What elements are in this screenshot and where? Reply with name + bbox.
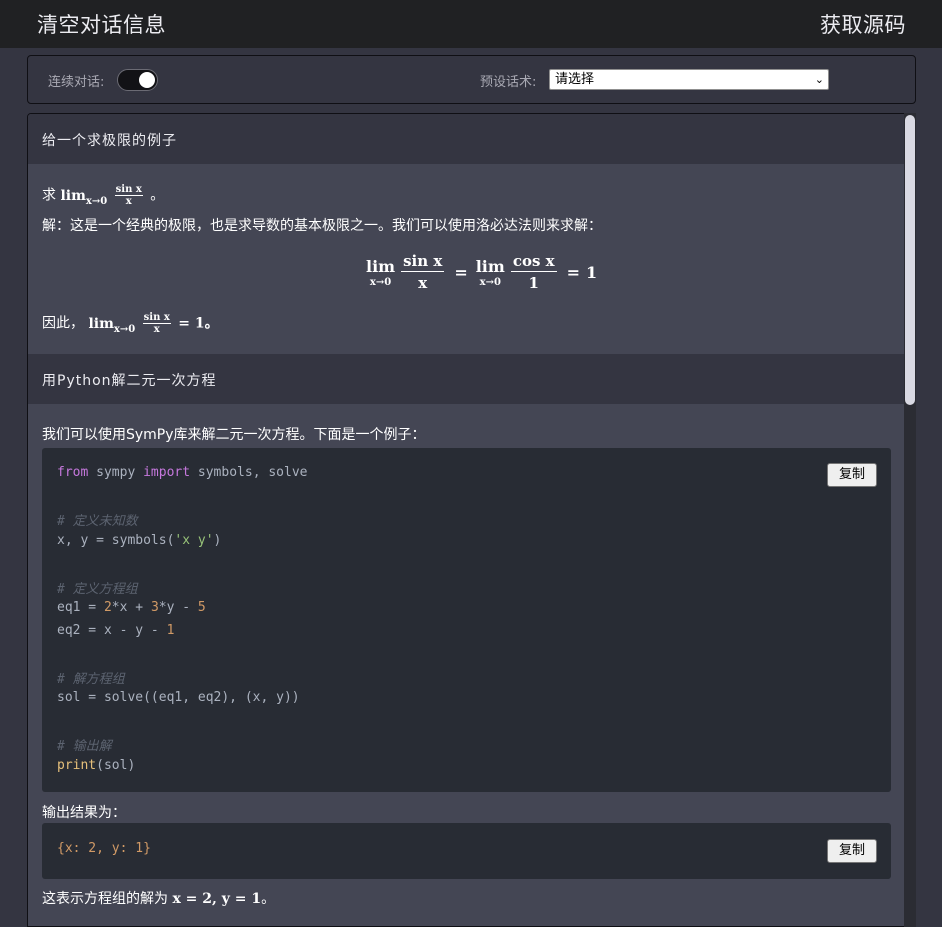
continuous-chat-label: 连续对话: <box>48 75 105 90</box>
chat-scrollbar[interactable] <box>904 113 916 927</box>
code-line: print(sol) <box>57 758 136 773</box>
copy-button[interactable]: 复制 <box>827 463 877 487</box>
output-code-block: 复制 {x: 2, y: 1} <box>42 823 891 879</box>
user-message: 给一个求极限的例子 <box>28 114 905 164</box>
answer-text: 求 <box>42 187 56 204</box>
code-line: from sympy import symbols, solve <box>57 465 308 480</box>
answer-line-3: 因此， limx→0 sin xx = 1。 <box>42 312 219 335</box>
code-line: sol = solve((eq1, eq2), (x, y)) <box>57 690 300 705</box>
fraction: sin xx <box>114 184 143 207</box>
code-line: # 定义未知数 <box>57 514 138 529</box>
output-label: 输出结果为： <box>42 805 126 821</box>
answer-intro: 我们可以使用SymPy库来解二元一次方程。下面是一个例子： <box>42 427 426 443</box>
code-line: eq2 = x - y - 1 <box>57 623 175 638</box>
preset-prompt-select[interactable]: 请选择 ⌄ <box>549 69 829 90</box>
copy-button[interactable]: 复制 <box>827 839 877 863</box>
user-message-text: 给一个求极限的例子 <box>42 133 177 149</box>
chat-panel: 给一个求极限的例子 求 limx→0 sin xx 。 解：这是一个经典的极限，… <box>27 113 916 927</box>
get-source-button[interactable]: 获取源码 <box>820 9 906 39</box>
limit-expression: limx→0 <box>60 187 108 207</box>
top-bar: 清空对话信息 获取源码 <box>0 0 942 48</box>
answer-line-2: 解：这是一个经典的极限，也是求导数的基本极限之一。我们可以使用洛必达法则来求解： <box>42 218 602 234</box>
continuous-chat-toggle[interactable] <box>117 69 158 91</box>
output-code-text: {x: 2, y: 1} <box>57 841 151 856</box>
display-equation: lim x→0 sin xx = lim x→0 cos x1 = 1 <box>366 252 598 292</box>
code-line: # 解方程组 <box>57 672 125 687</box>
preset-select-value: 请选择 <box>555 72 595 87</box>
user-message: 用Python解二元一次方程 <box>28 354 905 404</box>
code-line: eq1 = 2*x + 3*y - 5 <box>57 600 206 615</box>
code-block: 复制 from sympy import symbols, solve # 定义… <box>42 448 891 792</box>
scrollbar-thumb[interactable] <box>905 115 915 405</box>
code-line: # 定义方程组 <box>57 582 138 597</box>
chevron-down-icon: ⌄ <box>814 73 824 86</box>
settings-panel: 连续对话: 预设话术: 请选择 ⌄ <box>27 55 916 104</box>
toggle-knob <box>139 72 155 88</box>
clear-conversation-button[interactable]: 清空对话信息 <box>37 9 166 39</box>
assistant-message: 求 limx→0 sin xx 。 解：这是一个经典的极限，也是求导数的基本极限… <box>28 164 905 354</box>
assistant-message: 我们可以使用SymPy库来解二元一次方程。下面是一个例子： 复制 from sy… <box>28 404 905 926</box>
user-message-text: 用Python解二元一次方程 <box>42 373 217 389</box>
code-line: # 输出解 <box>57 739 112 754</box>
code-line: x, y = symbols('x y') <box>57 533 222 548</box>
answer-line-1: 求 limx→0 sin xx 。 <box>42 184 165 207</box>
preset-prompt-label: 预设话术: <box>480 75 537 90</box>
conclusion-text: 这表示方程组的解为 x = 2, y = 1。 <box>42 891 276 907</box>
